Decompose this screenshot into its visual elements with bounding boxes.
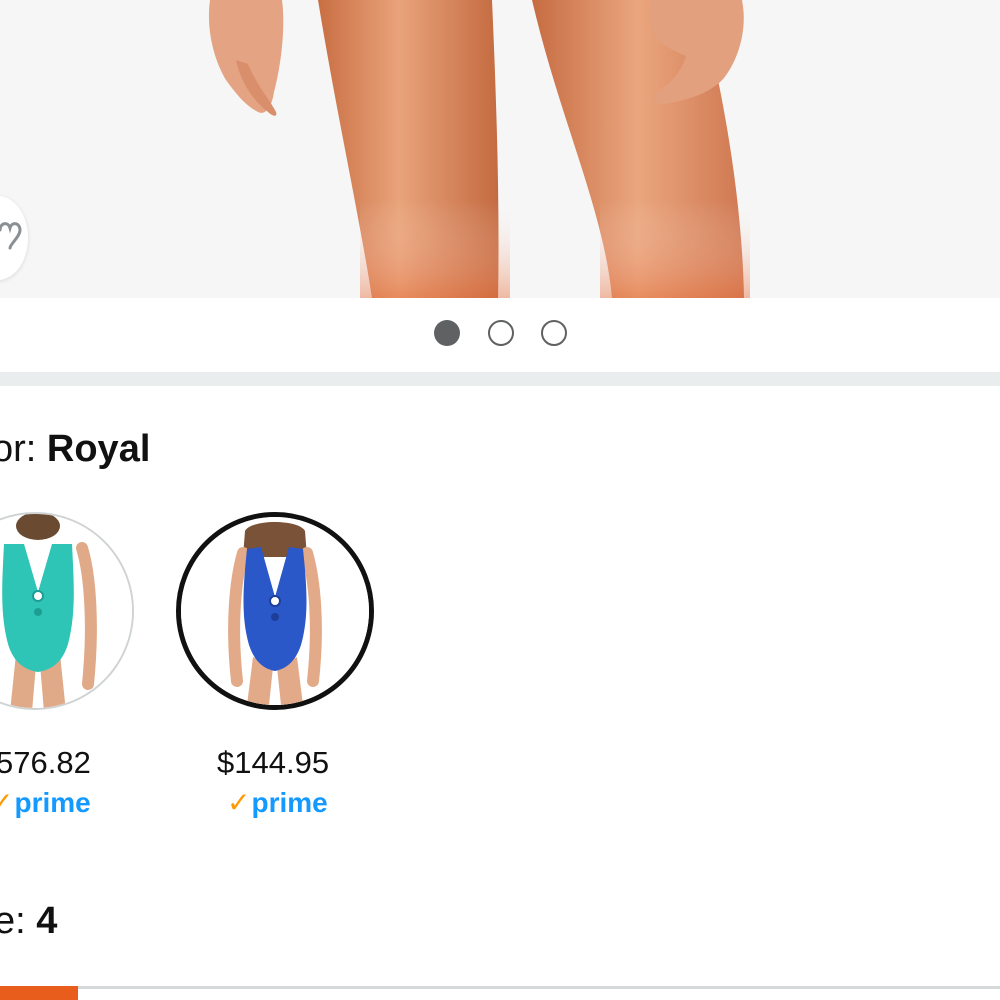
- product-image[interactable]: [0, 0, 1000, 298]
- prime-check-icon: ✓: [0, 787, 14, 818]
- color-label: or: Royal: [0, 426, 150, 472]
- color-swatch-royal[interactable]: [176, 512, 374, 710]
- carousel-dot-2[interactable]: [488, 320, 514, 346]
- color-swatch-turquoise[interactable]: [0, 512, 134, 710]
- price-royal: $144.95: [217, 745, 330, 780]
- prime-check-icon: ✓: [227, 787, 251, 818]
- image-carousel-dots: [0, 298, 1000, 372]
- selected-color-name: Royal: [46, 428, 151, 470]
- prime-badge-turquoise: ✓prime: [0, 787, 91, 819]
- carousel-dot-3[interactable]: [541, 320, 567, 346]
- bottom-divider: [0, 986, 1000, 989]
- selected-size-value: 4: [36, 900, 58, 942]
- product-detail-page: or: Royal 576.82 ✓prime $144.95 ✓prime e…: [0, 0, 1000, 1000]
- prime-badge-royal: ✓prime: [227, 787, 328, 818]
- swimsuit-royal-thumbnail: [181, 517, 369, 705]
- heart-outline-icon: [0, 222, 22, 250]
- product-photo: [0, 0, 1000, 298]
- size-label[interactable]: e: 4: [0, 898, 57, 944]
- size-label-prefix: e:: [0, 900, 26, 942]
- swimsuit-turquoise-thumbnail: [0, 514, 132, 708]
- price-turquoise: 576.82: [0, 745, 91, 780]
- carousel-dot-1[interactable]: [434, 320, 460, 346]
- section-divider: [0, 372, 1000, 386]
- size-tab-indicator: [0, 986, 78, 1000]
- color-label-prefix: or:: [0, 428, 37, 470]
